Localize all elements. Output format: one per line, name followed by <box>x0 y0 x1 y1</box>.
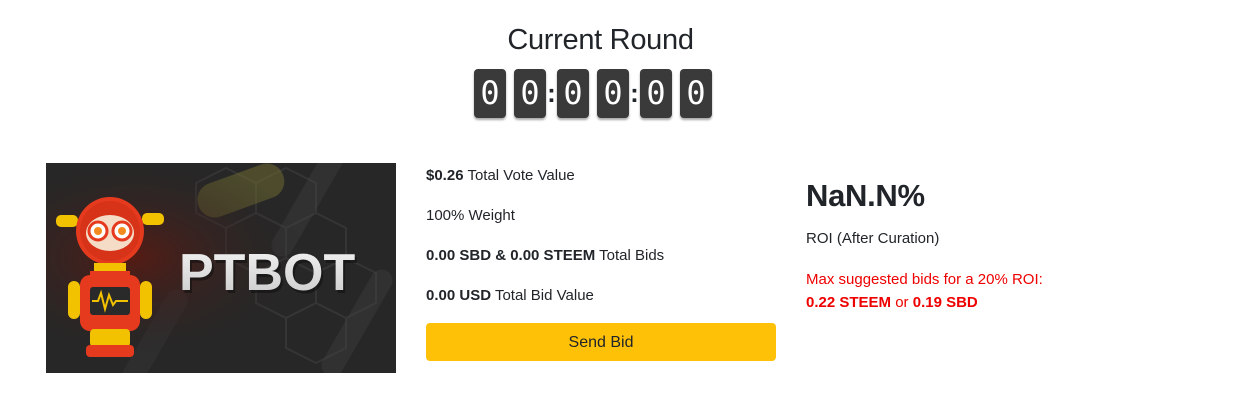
suggested-bids-heading: Max suggested bids for a 20% ROI: <box>806 271 1043 288</box>
timer-digit: 0 <box>640 68 672 118</box>
bid-value-amount: 0.00 USD <box>426 287 492 304</box>
roi-panel: NaN.N% ROI (After Curation) Max suggeste… <box>806 178 1206 311</box>
banner-title: PTBOT <box>179 244 355 302</box>
countdown-timer: 0 0 : 0 0 : 0 0 <box>474 68 712 118</box>
bot-banner-image: PTBOT PTBOT <box>46 163 396 373</box>
total-bids: 0.00 SBD & 0.00 STEEM Total Bids <box>426 247 664 264</box>
timer-digit: 0 <box>680 68 712 118</box>
timer-separator: : <box>547 77 556 108</box>
total-bids-label: Total Bids <box>599 247 665 264</box>
roi-value: NaN.N% <box>806 178 925 213</box>
robot-mascot-icon: PTBOT PTBOT <box>46 163 396 373</box>
total-vote-value: $0.26 Total Vote Value <box>426 167 575 184</box>
suggested-steem: 0.22 STEEM <box>806 294 892 311</box>
total-bid-value: 0.00 USD Total Bid Value <box>426 287 594 304</box>
total-bids-amount: 0.00 SBD & 0.00 STEEM <box>426 247 596 264</box>
suggested-bids-values: 0.22 STEEM or 0.19 SBD <box>806 291 1043 314</box>
page-title: Current Round <box>507 24 694 56</box>
timer-digit: 0 <box>474 68 506 118</box>
vote-weight: 100% Weight <box>426 207 515 224</box>
timer-separator: : <box>630 77 639 108</box>
suggested-or: or <box>895 294 909 311</box>
vote-value-amount: $0.26 <box>426 167 464 184</box>
roi-label: ROI (After Curation) <box>806 230 940 247</box>
send-bid-button[interactable]: Send Bid <box>426 323 776 361</box>
bid-value-label: Total Bid Value <box>494 287 594 304</box>
suggested-sbd: 0.19 SBD <box>912 294 978 311</box>
timer-digit: 0 <box>557 68 589 118</box>
timer-digit: 0 <box>597 68 629 118</box>
suggested-bids: Max suggested bids for a 20% ROI: 0.22 S… <box>806 268 1043 314</box>
timer-digit: 0 <box>514 68 546 118</box>
vote-value-label: Total Vote Value <box>467 167 575 184</box>
